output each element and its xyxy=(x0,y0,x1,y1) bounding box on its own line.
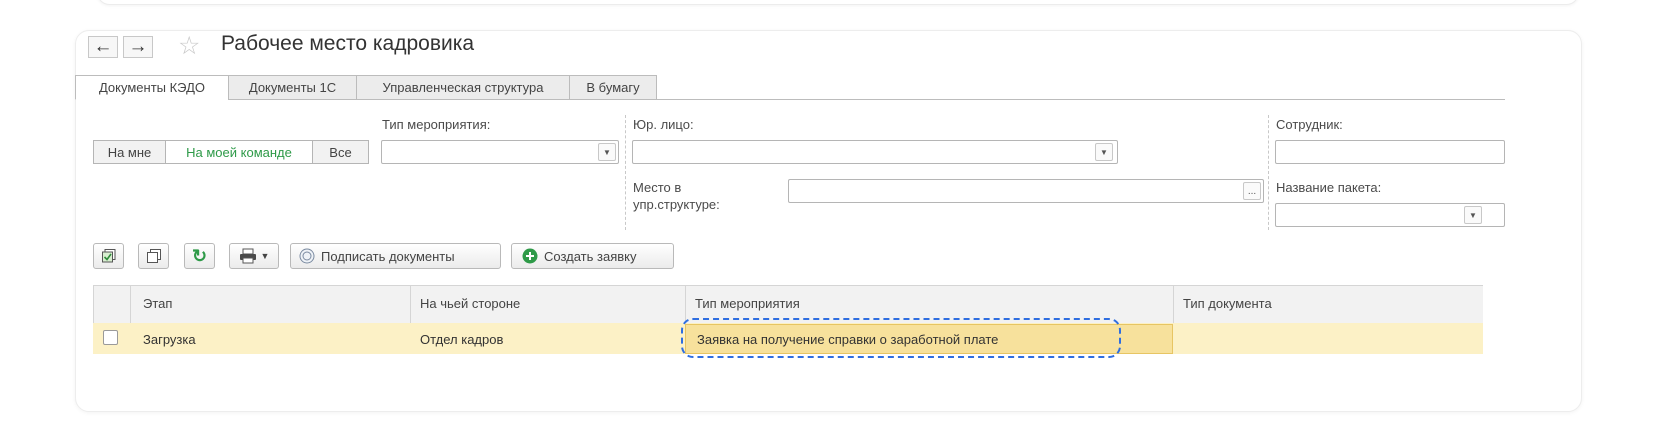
tab-label: Управленческая структура xyxy=(382,80,544,95)
tab-1c-documents[interactable]: Документы 1С xyxy=(228,75,357,100)
scope-all-button[interactable]: Все xyxy=(312,140,369,164)
scope-label: На мне xyxy=(107,144,152,160)
tab-kedo-documents[interactable]: Документы КЭДО xyxy=(75,75,229,100)
arrow-left-icon: ← xyxy=(93,36,113,57)
top-card xyxy=(97,0,1579,5)
favorite-star-icon[interactable]: ☆ xyxy=(178,31,200,61)
forward-button[interactable]: → xyxy=(123,36,153,58)
sign-icon xyxy=(299,248,315,264)
sign-documents-button[interactable]: Подписать документы xyxy=(290,243,501,269)
filter-divider xyxy=(625,115,626,230)
print-menu-button[interactable]: ▼ xyxy=(229,243,279,269)
create-request-button[interactable]: Создать заявку xyxy=(511,243,674,269)
scope-on-me-button[interactable]: На мне xyxy=(93,140,166,164)
select-all-icon xyxy=(101,249,115,263)
place-in-structure-input[interactable]: ... xyxy=(788,179,1264,203)
refresh-icon: ↻ xyxy=(191,245,208,266)
plus-circle-icon xyxy=(522,248,538,264)
arrow-right-icon: → xyxy=(128,36,148,57)
package-name-select[interactable]: ▼ xyxy=(1275,203,1505,227)
column-separator xyxy=(93,285,94,323)
cell-side: Отдел кадров xyxy=(420,332,504,347)
select-all-button[interactable] xyxy=(93,243,124,269)
column-separator xyxy=(130,285,131,323)
place-label-line1: Место в xyxy=(633,180,682,195)
column-separator xyxy=(685,285,686,323)
event-type-label: Тип мероприятия: xyxy=(382,117,491,132)
column-separator xyxy=(410,285,411,323)
content-clip: ← → ☆ Рабочее место кадровика Документы … xyxy=(75,30,1581,385)
cell-stage: Загрузка xyxy=(143,332,196,347)
event-type-select[interactable]: ▼ xyxy=(381,140,619,164)
focus-highlight xyxy=(681,318,1121,358)
refresh-button[interactable]: ↻ xyxy=(184,243,215,269)
filter-divider xyxy=(1268,115,1269,230)
column-header-doc-type[interactable]: Тип документа xyxy=(1183,296,1272,311)
package-name-label: Название пакета: xyxy=(1276,180,1382,195)
tab-to-paper[interactable]: В бумагу xyxy=(569,75,657,100)
tab-label: Документы КЭДО xyxy=(98,80,206,95)
scope-label: На моей команде xyxy=(186,144,292,160)
deselect-all-button[interactable] xyxy=(138,243,169,269)
employee-input[interactable] xyxy=(1275,140,1505,164)
chevron-down-icon[interactable]: ▼ xyxy=(1464,206,1482,224)
tab-divider xyxy=(657,99,1505,100)
printer-icon xyxy=(239,248,256,264)
legal-entity-select[interactable]: ▼ xyxy=(632,140,1118,164)
chevron-down-icon[interactable]: ▼ xyxy=(1095,143,1113,161)
column-header-event-type[interactable]: Тип мероприятия xyxy=(695,296,800,311)
sign-documents-label: Подписать документы xyxy=(321,248,455,264)
ellipsis-button[interactable]: ... xyxy=(1243,182,1261,200)
scope-label: Все xyxy=(329,144,352,160)
scope-my-team-button[interactable]: На моей команде xyxy=(165,140,313,164)
legal-entity-label: Юр. лицо: xyxy=(633,117,694,132)
column-header-side[interactable]: На чьей стороне xyxy=(420,296,520,311)
create-request-label: Создать заявку xyxy=(544,248,637,264)
column-separator xyxy=(1173,285,1174,323)
chevron-down-icon[interactable]: ▼ xyxy=(598,143,616,161)
page-title: Рабочее место кадровика xyxy=(221,32,475,55)
ellipsis-icon: ... xyxy=(1247,185,1257,197)
tab-label: Документы 1С xyxy=(248,80,337,95)
row-checkbox[interactable] xyxy=(103,330,118,345)
tab-management-structure[interactable]: Управленческая структура xyxy=(356,75,570,100)
chevron-down-icon: ▼ xyxy=(260,251,270,261)
back-button[interactable]: ← xyxy=(88,36,118,58)
place-label-line2: упр.структуре: xyxy=(633,197,720,212)
column-header-stage[interactable]: Этап xyxy=(143,296,172,311)
copy-pages-icon xyxy=(146,249,161,263)
employee-label: Сотрудник: xyxy=(1276,117,1343,132)
tab-label: В бумагу xyxy=(586,80,640,95)
